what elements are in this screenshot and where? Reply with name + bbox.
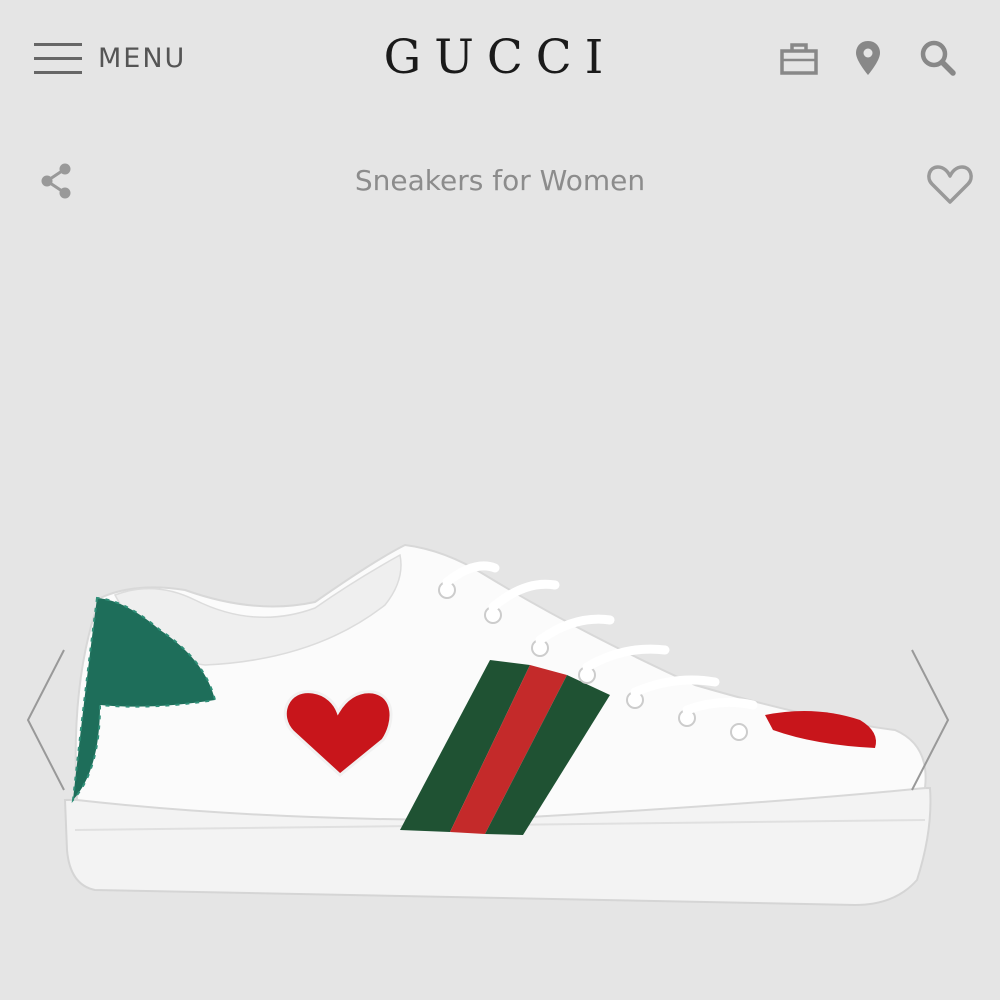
product-title-row: Sneakers for Women [0,150,1000,214]
location-pin-icon[interactable] [848,38,888,78]
search-icon[interactable] [918,38,958,78]
shopping-bag-icon[interactable] [779,38,819,78]
heart-outline-icon[interactable] [926,162,974,206]
product-image [63,543,932,907]
top-header: MENU GUCCI [0,0,1000,120]
chevron-right-icon[interactable] [908,645,952,795]
chevron-left-icon[interactable] [24,645,68,795]
page-title: Sneakers for Women [354,164,646,197]
